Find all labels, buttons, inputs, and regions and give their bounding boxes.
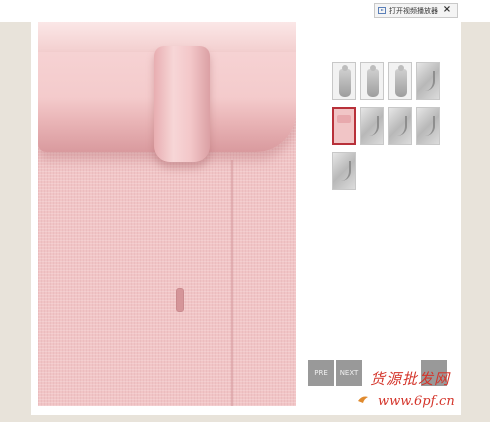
bird-logo-icon: [358, 396, 368, 403]
prev-button[interactable]: PRE: [308, 360, 334, 386]
close-icon[interactable]: ×: [442, 4, 452, 16]
thumbnail-collar-detail[interactable]: [416, 62, 440, 100]
next-button[interactable]: NEXT: [336, 360, 362, 386]
thumbnail-coat-front[interactable]: [332, 62, 356, 100]
thumbnail-coat-back[interactable]: [388, 62, 412, 100]
thumbnail-coat-side[interactable]: [360, 62, 384, 100]
main-product-image: [38, 22, 296, 406]
thumbnail-fabric-detail-selected[interactable]: [332, 107, 356, 145]
fabric-seam: [231, 160, 233, 406]
thumbnail-sleeve-detail[interactable]: [360, 107, 384, 145]
thumbnail-button-detail[interactable]: [388, 107, 412, 145]
watermark-text: 货源批发网: [370, 370, 451, 388]
watermark-url: www.6pf.cn: [378, 394, 455, 409]
thumbnail-lining-detail[interactable]: [332, 152, 356, 190]
video-player-icon: [378, 7, 386, 14]
button-hole: [176, 288, 184, 312]
open-video-player-label: 打开视频播放器: [389, 6, 438, 15]
thumbnail-pocket-detail[interactable]: [416, 107, 440, 145]
bow-knot: [154, 46, 210, 162]
